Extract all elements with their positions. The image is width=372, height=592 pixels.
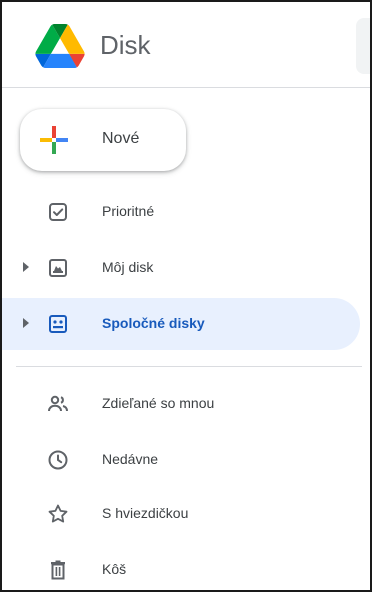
check-square-icon (49, 203, 67, 221)
new-button[interactable]: Nové (20, 109, 186, 171)
sidebar-item-starred[interactable]: S hviezdičkou (2, 488, 360, 540)
sidebar-item-label: Spoločné disky (102, 315, 205, 331)
sidebar-item-label: S hviezdičkou (102, 505, 189, 521)
divider (16, 366, 362, 367)
sidebar-item-label: Prioritné (102, 203, 155, 219)
sidebar-item-trash[interactable]: Kôš (2, 544, 360, 590)
app-name: Disk (100, 30, 151, 60)
search-bar[interactable] (356, 18, 370, 74)
clock-icon (48, 450, 68, 470)
sidebar-item-label: Kôš (102, 561, 127, 577)
sidebar-item-label: Môj disk (102, 259, 154, 275)
plus-icon (40, 126, 68, 154)
app-header: Disk (2, 2, 370, 88)
trash-icon (51, 560, 65, 580)
my-drive-icon (49, 259, 67, 277)
sidebar-item-label: Nedávne (102, 451, 159, 467)
sidebar-item-my-drive[interactable]: Môj disk (2, 242, 360, 294)
drive-sidebar: Disk Nové Prioritné Môj disk Spoločné di… (0, 0, 372, 592)
shared-drives-icon (49, 315, 67, 333)
sidebar-item-shared-with-me[interactable]: Zdieľané so mnou (2, 378, 360, 430)
sidebar-item-priority[interactable]: Prioritné (2, 186, 360, 238)
sidebar-item-label: Zdieľané so mnou (102, 395, 215, 411)
star-outline-icon (48, 504, 68, 523)
sidebar-item-shared-drives[interactable]: Spoločné disky (2, 298, 360, 350)
google-drive-logo-icon[interactable] (34, 24, 86, 68)
people-icon (48, 395, 68, 412)
expand-arrow-icon[interactable] (23, 262, 29, 272)
sidebar-item-recent[interactable]: Nedávne (2, 434, 360, 486)
expand-arrow-icon[interactable] (23, 318, 29, 328)
new-button-label: Nové (102, 130, 140, 147)
